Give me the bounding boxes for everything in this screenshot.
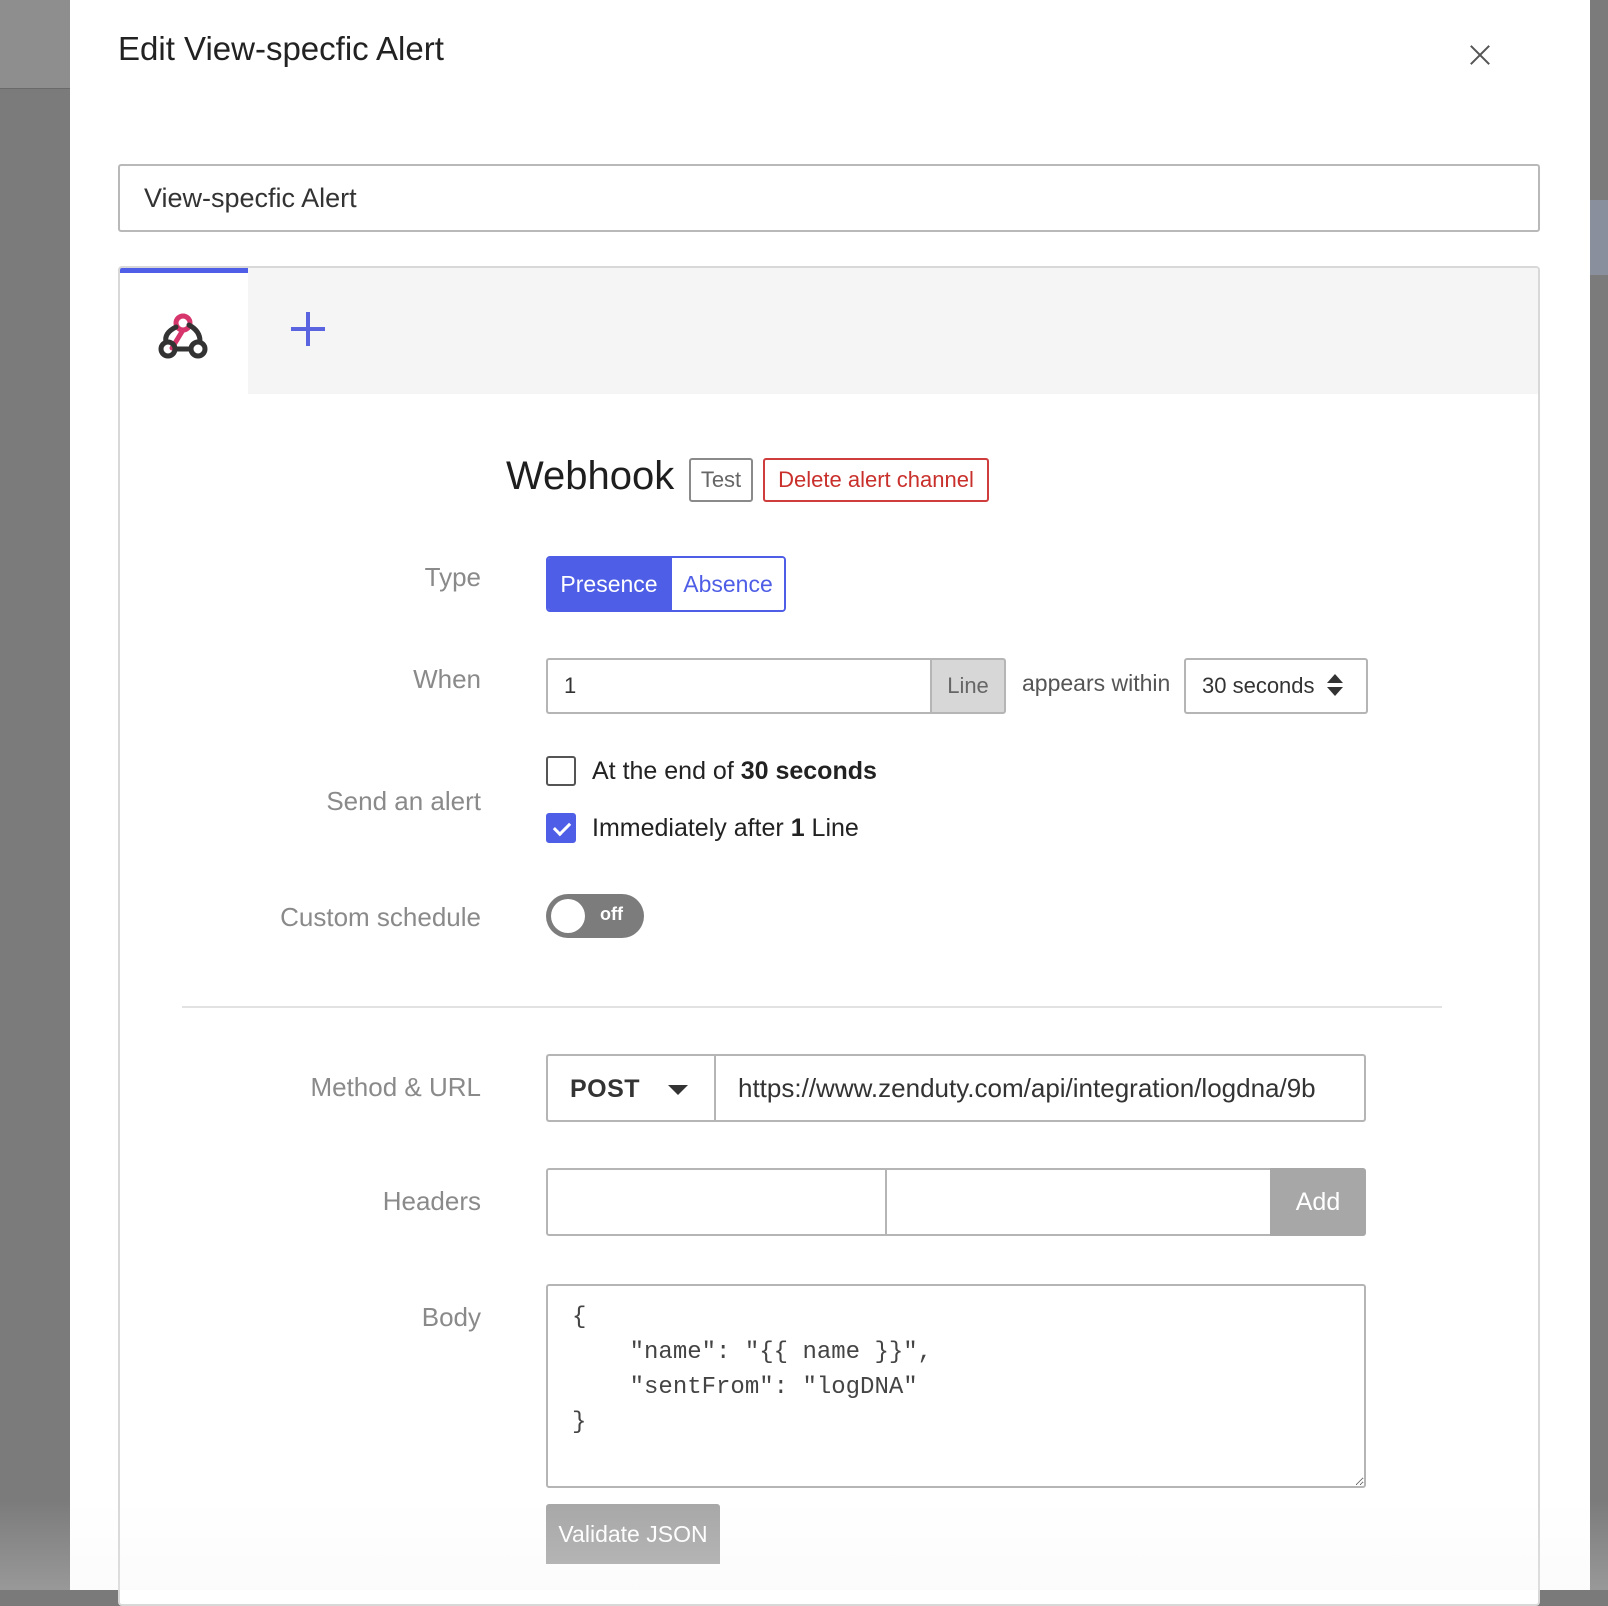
test-button[interactable]: Test — [689, 458, 753, 502]
toggle-knob — [551, 899, 585, 933]
validate-json-button[interactable]: Validate JSON — [546, 1504, 720, 1564]
chevron-down-icon — [668, 1085, 688, 1095]
type-absence-button[interactable]: Absence — [670, 558, 784, 610]
add-header-button[interactable]: Add — [1270, 1168, 1366, 1236]
webhook-icon — [158, 313, 208, 359]
end-of-period-option[interactable]: At the end of 30 seconds — [546, 756, 877, 786]
immediately-label: Immediately after 1 Line — [592, 813, 859, 842]
add-channel-plus-icon[interactable] — [286, 308, 330, 352]
when-label: When — [413, 664, 481, 694]
type-label: Type — [424, 562, 481, 592]
body-label: Body — [421, 1302, 481, 1332]
send-alert-label: Send an alert — [326, 786, 481, 816]
method-select[interactable]: POST — [546, 1054, 714, 1122]
method-value: POST — [570, 1075, 641, 1103]
immediately-checkbox[interactable] — [546, 813, 576, 843]
alert-channel-panel: Webhook Test Delete alert channel Type P… — [118, 266, 1540, 1606]
backdrop-left-header — [0, 0, 70, 89]
url-input[interactable] — [714, 1054, 1366, 1122]
when-unit-addon: Line — [930, 658, 1006, 714]
channel-tabbar — [120, 268, 1538, 394]
end-of-period-checkbox[interactable] — [546, 756, 576, 786]
method-url-label: Method & URL — [310, 1072, 481, 1102]
updown-icon — [1326, 674, 1344, 698]
toggle-state-text: off — [600, 904, 623, 924]
type-segmented-control: Presence Absence — [546, 556, 786, 612]
channel-title: Webhook — [506, 454, 675, 498]
immediately-option[interactable]: Immediately after 1 Line — [546, 813, 859, 843]
when-count-input[interactable] — [546, 658, 930, 714]
modal-title: Edit View-specfic Alert — [118, 30, 444, 67]
duration-value: 30 seconds — [1202, 673, 1315, 698]
end-of-period-label: At the end of 30 seconds — [592, 756, 877, 785]
body-textarea[interactable]: { "name": "{{ name }}", "sentFrom": "log… — [546, 1284, 1366, 1488]
type-presence-button[interactable]: Presence — [548, 558, 670, 610]
delete-channel-button[interactable]: Delete alert channel — [763, 458, 989, 502]
custom-schedule-toggle[interactable]: off — [546, 894, 644, 938]
section-divider — [182, 1006, 1442, 1008]
backdrop-right-accent — [1590, 200, 1608, 275]
tab-webhook[interactable] — [120, 268, 248, 394]
header-key-input[interactable] — [546, 1168, 886, 1236]
appears-within-text: appears within — [1022, 670, 1171, 696]
custom-schedule-label: Custom schedule — [280, 902, 481, 932]
headers-label: Headers — [382, 1186, 481, 1216]
header-value-input[interactable] — [886, 1168, 1270, 1236]
backdrop-left — [0, 0, 70, 1590]
duration-select[interactable]: 30 seconds — [1184, 658, 1368, 714]
close-icon[interactable] — [1463, 38, 1497, 72]
edit-alert-modal: Edit View-specfic Alert Webhook Test Del… — [70, 0, 1590, 1606]
alert-name-input[interactable] — [118, 164, 1540, 232]
